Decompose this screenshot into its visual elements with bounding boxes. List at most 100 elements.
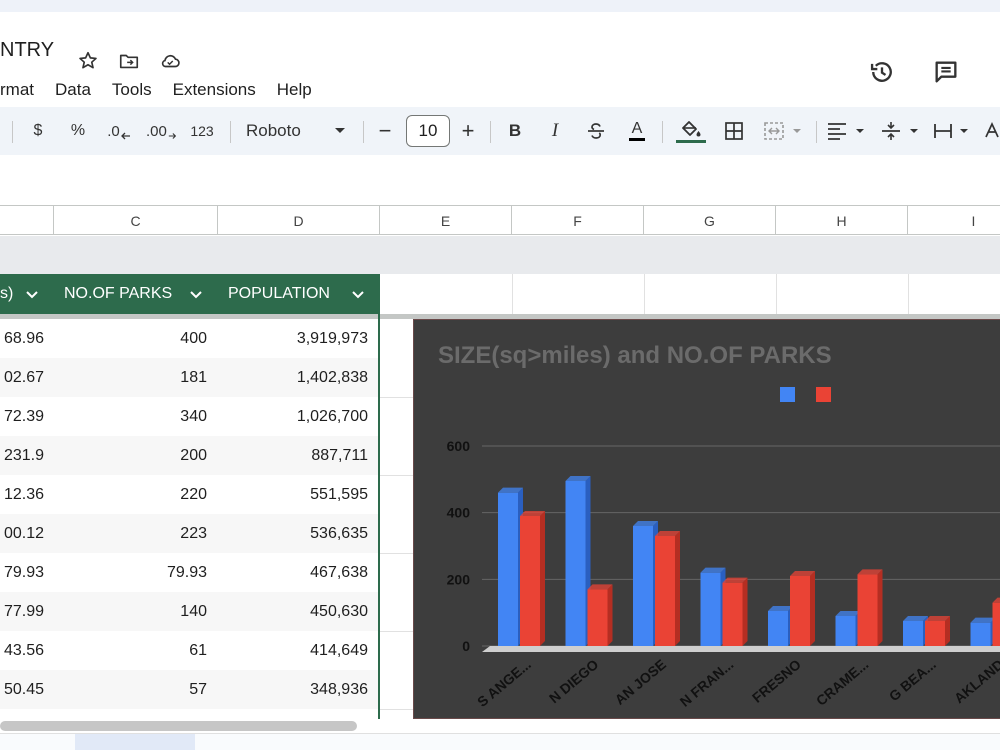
more-formats-button[interactable]: 123: [186, 107, 218, 155]
version-history-icon[interactable]: [868, 58, 896, 86]
borders-icon[interactable]: [723, 120, 745, 142]
column-header-b[interactable]: [0, 206, 54, 235]
currency-format-button[interactable]: $: [26, 107, 50, 155]
size-cell[interactable]: 79.93: [0, 553, 44, 592]
bar-side: [675, 531, 680, 646]
parks-cell[interactable]: 340: [54, 397, 207, 436]
fill-color-icon[interactable]: [675, 118, 707, 146]
italic-button[interactable]: I: [544, 107, 566, 155]
chart-floor: [482, 646, 1000, 652]
document-title[interactable]: NTRY: [0, 39, 54, 62]
bold-button[interactable]: B: [504, 107, 526, 155]
population-cell[interactable]: 414,649: [218, 631, 368, 670]
column-header-d[interactable]: D: [218, 206, 380, 235]
column-header-h[interactable]: H: [776, 206, 908, 235]
size-cell[interactable]: 77.99: [0, 592, 44, 631]
grid-line: [908, 274, 909, 314]
population-cell[interactable]: 450,630: [218, 592, 368, 631]
column-header-g[interactable]: G: [644, 206, 776, 235]
font-family-select[interactable]: Roboto: [246, 107, 356, 155]
chart[interactable]: SIZE(sq>miles) and NO.OF PARKS 0 200 400 60…: [413, 319, 1000, 719]
parks-cell[interactable]: 181: [54, 358, 207, 397]
size-cell[interactable]: 00.12: [0, 514, 44, 553]
decrease-font-size-button[interactable]: −: [373, 107, 397, 155]
text-wrapping-icon[interactable]: [932, 121, 974, 141]
grid-line: [380, 397, 413, 398]
size-cell[interactable]: 231.9: [0, 436, 44, 475]
x-tick-label: CRAME...: [813, 656, 872, 709]
horizontal-align-icon[interactable]: [826, 121, 868, 141]
size-cell[interactable]: 12.36: [0, 475, 44, 514]
chevron-down-icon[interactable]: [24, 286, 40, 302]
menu-bar: rmat Data Tools Extensions Help: [0, 80, 333, 104]
population-cell[interactable]: 1,402,838: [218, 358, 368, 397]
menu-extensions[interactable]: Extensions: [173, 80, 256, 104]
sheet-tab[interactable]: [75, 734, 195, 750]
header-cell-parks[interactable]: NO.OF PARKS: [54, 274, 218, 314]
column-header-c[interactable]: C: [54, 206, 218, 235]
bar-side: [945, 616, 950, 646]
bar-side: [742, 577, 748, 646]
percent-format-button[interactable]: %: [66, 107, 90, 155]
parks-cell[interactable]: 223: [54, 514, 207, 553]
parks-cell[interactable]: 79.93: [54, 553, 207, 592]
population-cell[interactable]: 551,595: [218, 475, 368, 514]
population-cell[interactable]: 348,936: [218, 670, 368, 709]
parks-cell[interactable]: 200: [54, 436, 207, 475]
star-icon[interactable]: [77, 50, 99, 72]
text-color-button[interactable]: A: [626, 107, 648, 155]
bar: [835, 616, 856, 646]
increase-font-size-button[interactable]: +: [456, 107, 480, 155]
strikethrough-icon[interactable]: [585, 120, 607, 142]
parks-cell[interactable]: 140: [54, 592, 207, 631]
arrow-left-icon: [120, 132, 130, 140]
menu-tools[interactable]: Tools: [112, 80, 152, 104]
column-header-f[interactable]: F: [512, 206, 644, 235]
size-cell[interactable]: 50.45: [0, 670, 44, 709]
size-cell[interactable]: 02.67: [0, 358, 44, 397]
chevron-down-icon[interactable]: [350, 286, 366, 302]
gap-column-e: [380, 319, 413, 719]
population-cell[interactable]: 536,635: [218, 514, 368, 553]
table-row: 02.67 181 1,402,838: [0, 358, 380, 397]
parks-cell[interactable]: 220: [54, 475, 207, 514]
column-header-i[interactable]: I: [908, 206, 1000, 235]
bar: [903, 621, 923, 646]
parks-cell[interactable]: 400: [54, 319, 207, 358]
toolbar-separator: [230, 121, 231, 143]
font-size-input[interactable]: 10: [406, 115, 450, 147]
font-family-value: Roboto: [246, 121, 301, 140]
legend-swatch: [780, 387, 795, 402]
vertical-align-icon[interactable]: [880, 121, 922, 141]
scrollbar-thumb[interactable]: [0, 721, 357, 731]
table-header-row: s) NO.OF PARKS POPULATION: [0, 274, 1000, 314]
size-cell[interactable]: 68.96: [0, 319, 44, 358]
text-rotation-icon[interactable]: [984, 121, 1000, 141]
parks-cell[interactable]: 57: [54, 670, 207, 709]
population-cell[interactable]: 467,638: [218, 553, 368, 592]
menu-format[interactable]: rmat: [0, 80, 34, 104]
bar: [587, 589, 608, 646]
column-headers: C D E F G H I: [0, 205, 1000, 235]
increase-decimal-button[interactable]: .00: [146, 107, 176, 155]
menu-data[interactable]: Data: [55, 80, 91, 104]
column-header-e[interactable]: E: [380, 206, 512, 235]
cloud-saved-icon[interactable]: [159, 50, 181, 72]
toolbar: $ % .0 .00 123 Roboto − + B I A: [0, 107, 1000, 155]
population-cell[interactable]: 887,711: [218, 436, 368, 475]
frozen-row-band: [0, 236, 1000, 274]
header-cell-size[interactable]: s): [0, 274, 54, 314]
chevron-down-icon[interactable]: [188, 286, 204, 302]
parks-cell[interactable]: 61: [54, 631, 207, 670]
menu-help[interactable]: Help: [277, 80, 312, 104]
table-row: 231.9 200 887,711: [0, 436, 380, 475]
decrease-decimal-button[interactable]: .0: [104, 107, 134, 155]
population-cell[interactable]: 3,919,973: [218, 319, 368, 358]
size-cell[interactable]: 72.39: [0, 397, 44, 436]
comments-icon[interactable]: [932, 58, 960, 86]
move-folder-icon[interactable]: [118, 50, 140, 72]
toolbar-separator: [12, 121, 13, 143]
size-cell[interactable]: 43.56: [0, 631, 44, 670]
population-cell[interactable]: 1,026,700: [218, 397, 368, 436]
header-cell-population[interactable]: POPULATION: [218, 274, 380, 314]
